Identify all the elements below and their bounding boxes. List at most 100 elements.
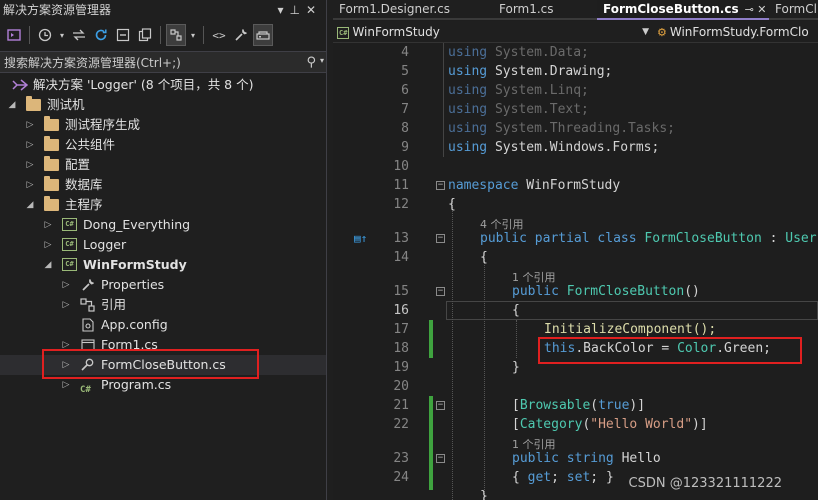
tree-item[interactable]: ▷ Properties	[0, 275, 326, 295]
expand-arrow-icon[interactable]: ▷	[42, 235, 54, 255]
code-token: System.Drawing;	[494, 64, 613, 79]
collapse-all-icon[interactable]	[113, 24, 133, 46]
tab-formclosebutton[interactable]: FormCloseButton.cs ⊸ ✕	[597, 0, 769, 20]
properties-wrench-icon[interactable]	[231, 24, 251, 46]
tree-item[interactable]: ▷ C# Dong_Everything	[0, 215, 326, 235]
watermark: CSDN @123321111222	[628, 476, 782, 491]
folder-icon	[44, 156, 60, 172]
codelens-references[interactable]: 1 个引用	[512, 436, 556, 452]
expand-arrow-icon[interactable]: ▷	[24, 175, 36, 195]
tree-item[interactable]: ▷ 配置	[0, 155, 326, 175]
tree-item[interactable]: ▷ C# Logger	[0, 235, 326, 255]
dropdown-arrow-icon[interactable]: ▾	[188, 24, 198, 46]
code-token: using	[448, 45, 488, 60]
line-number: 14	[393, 250, 409, 265]
tab-form1[interactable]: Form1.cs	[493, 0, 597, 20]
code-line: [Category("Hello World")]	[512, 417, 708, 432]
code-token: using	[448, 121, 488, 136]
expand-arrow-icon[interactable]: ▷	[60, 295, 72, 315]
fold-toggle-icon[interactable]: −	[436, 454, 445, 463]
csharp-project-icon: C#	[62, 218, 78, 232]
solution-explorer-search[interactable]: 搜索解决方案资源管理器(Ctrl+;) ⚲ ▾	[0, 51, 326, 73]
pane-menu-icon[interactable]: ▾	[277, 3, 289, 17]
folder-icon	[26, 96, 42, 112]
tree-item[interactable]: App.config	[0, 315, 326, 335]
code-token: )	[692, 417, 700, 432]
code-line: {	[480, 250, 488, 265]
tab-form1-designer[interactable]: Form1.Designer.cs	[333, 0, 497, 20]
csharp-file-icon: C#	[80, 385, 91, 395]
expand-arrow-icon[interactable]: ▷	[24, 155, 36, 175]
type-dropdown-label: WinFormStudy.FormClo	[669, 25, 809, 39]
tab-formclo-overflow[interactable]: FormCl	[771, 0, 818, 20]
code-line: using System.Linq;	[448, 83, 589, 98]
implementation-margin-icon[interactable]: ▤↑	[354, 232, 367, 245]
type-dropdown[interactable]: ⚙ WinFormStudy.FormClo	[657, 23, 818, 41]
tree-item[interactable]: ▷ 数据库	[0, 175, 326, 195]
search-options-dropdown-icon[interactable]: ▾	[320, 56, 324, 65]
code-token: System.Linq;	[494, 83, 589, 98]
collapse-arrow-icon[interactable]: ◢	[24, 195, 36, 215]
tree-item-label: 测试程序生成	[65, 117, 141, 132]
change-indicator	[429, 320, 433, 358]
code-token: }	[605, 470, 614, 485]
codelens-text: 4 个引用	[480, 218, 524, 231]
tree-item-label: 主程序	[65, 197, 103, 212]
pane-controls: ▾⊥✕	[277, 0, 322, 20]
line-number: 12	[393, 197, 409, 212]
chevron-down-icon: ▼	[642, 27, 649, 37]
sync-with-document-icon[interactable]	[69, 24, 89, 46]
highlight-box-backcolor	[538, 337, 802, 364]
search-input[interactable]: 搜索解决方案资源管理器(Ctrl+;)	[4, 54, 181, 71]
track-active-item-icon[interactable]	[166, 24, 186, 46]
code-editor: Form1.Designer.cs Form1.cs FormCloseButt…	[333, 0, 818, 500]
csharp-project-icon: C#	[62, 238, 78, 252]
expand-arrow-icon[interactable]: ▷	[42, 215, 54, 235]
tab-pin-close-icon[interactable]: ⊸ ✕	[745, 3, 767, 16]
pin-icon[interactable]: ⊥	[289, 3, 305, 17]
fold-toggle-icon[interactable]: −	[436, 181, 445, 190]
view-code-icon[interactable]: <>	[209, 24, 229, 46]
tree-item[interactable]: ◢ 测试机	[0, 95, 326, 115]
solution-icon	[12, 78, 29, 92]
fold-toggle-icon[interactable]: −	[436, 234, 445, 243]
expand-arrow-icon[interactable]: ▷	[60, 275, 72, 295]
switch-views-icon[interactable]	[4, 24, 24, 46]
expand-arrow-icon[interactable]: ▷	[24, 135, 36, 155]
line-number: 16	[393, 303, 409, 318]
codelens-references[interactable]: 4 个引用	[480, 216, 524, 232]
code-token: namespace	[448, 178, 519, 193]
tab-label: FormCloseButton.cs	[603, 2, 739, 16]
tree-item[interactable]: ▷ 引用	[0, 295, 326, 315]
tree-item-label: WinFormStudy	[83, 257, 187, 272]
collapse-arrow-icon[interactable]: ◢	[6, 95, 18, 115]
project-dropdown[interactable]: C# WinFormStudy ▼	[337, 23, 653, 41]
code-token: ;	[551, 470, 559, 485]
preview-selected-items-icon[interactable]	[253, 24, 273, 46]
code-token: Browsable	[519, 398, 591, 413]
expand-arrow-icon[interactable]: ▷	[24, 115, 36, 135]
search-icon[interactable]: ⚲	[306, 55, 316, 70]
fold-toggle-icon[interactable]: −	[436, 401, 445, 410]
fold-toggle-icon[interactable]: −	[436, 287, 445, 296]
refresh-icon[interactable]	[91, 24, 111, 46]
dropdown-arrow-icon[interactable]: ▾	[57, 24, 67, 46]
close-icon[interactable]: ✕	[306, 3, 322, 17]
tree-item[interactable]: ◢ 主程序	[0, 195, 326, 215]
code-token: {	[512, 303, 520, 318]
indent-guide	[452, 198, 453, 500]
show-all-files-icon[interactable]	[135, 24, 155, 46]
tree-item[interactable]: 解决方案 'Logger' (8 个项目，共 8 个)	[0, 75, 326, 95]
tree-item[interactable]: ▷ 测试程序生成	[0, 115, 326, 135]
pane-title: 解决方案资源管理器	[3, 3, 112, 17]
codelens-references[interactable]: 1 个引用	[512, 269, 556, 285]
code-area[interactable]: 4 5 6 7 8 9 10 11 12 13 14 15 16 17 18 1…	[333, 43, 818, 500]
line-number: 10	[393, 159, 409, 174]
code-token: User	[785, 231, 817, 246]
tree-item-label: Logger	[83, 237, 127, 252]
pending-changes-icon[interactable]	[35, 24, 55, 46]
tree-item[interactable]: ◢ C# WinFormStudy	[0, 255, 326, 275]
code-token: "Hello World"	[590, 417, 693, 432]
tree-item[interactable]: ▷ 公共组件	[0, 135, 326, 155]
collapse-arrow-icon[interactable]: ◢	[42, 255, 54, 275]
